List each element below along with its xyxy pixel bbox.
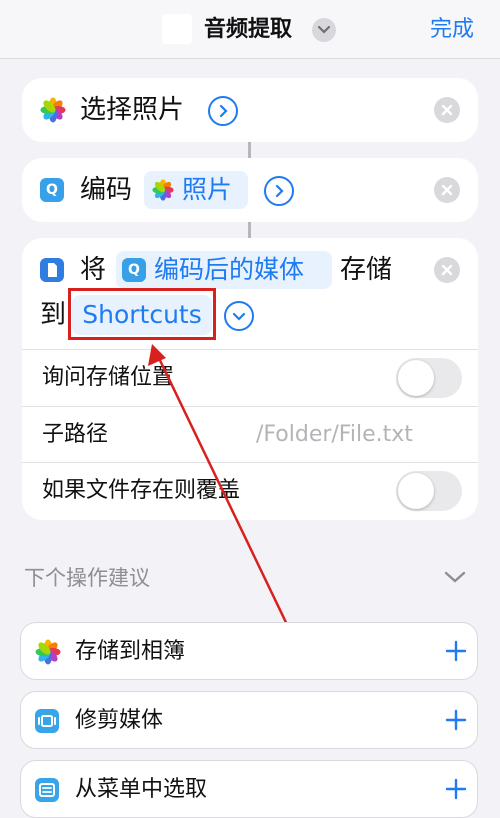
suggestion-choose-from-menu[interactable]: 从菜单中选取 <box>20 760 478 818</box>
suggestion-trim-media[interactable]: 修剪媒体 <box>20 691 478 749</box>
collapse-suggestions-icon[interactable] <box>444 570 466 584</box>
photos-icon <box>35 639 61 665</box>
suggestions-title: 下个操作建议 <box>24 566 150 590</box>
menu-icon <box>35 778 59 802</box>
suggestion-label: 修剪媒体 <box>75 708 164 733</box>
plus-icon[interactable] <box>445 709 467 731</box>
suggestion-label: 存储到相簿 <box>75 639 186 664</box>
suggestion-label: 从菜单中选取 <box>75 777 208 802</box>
suggestion-save-to-album[interactable]: 存储到相簿 <box>20 622 478 680</box>
trim-media-icon <box>35 709 59 733</box>
plus-icon[interactable] <box>445 640 467 662</box>
plus-icon[interactable] <box>445 778 467 800</box>
